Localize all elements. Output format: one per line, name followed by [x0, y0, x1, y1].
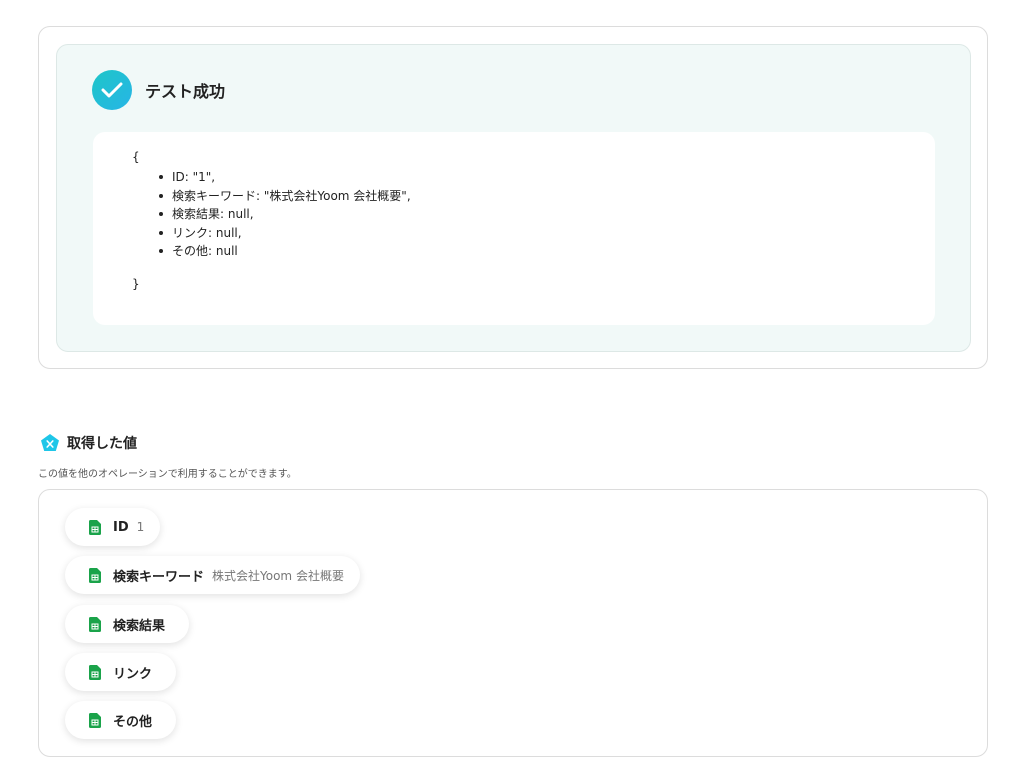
chip-label: 検索結果 — [113, 618, 166, 634]
values-section-title: 取得した値 — [67, 436, 137, 452]
chip-label: リンク — [113, 666, 153, 682]
value-chip-search-result[interactable]: 検索結果 — [65, 605, 190, 643]
values-section-description: この値を他のオペレーションで利用することができます。 — [38, 469, 297, 480]
values-section-header: 取得した値 — [40, 433, 137, 453]
spreadsheet-icon — [89, 567, 101, 583]
spreadsheet-icon — [89, 616, 101, 632]
json-close-brace: } — [132, 277, 140, 291]
json-field: 検索結果: null, — [159, 205, 411, 224]
spreadsheet-icon — [89, 519, 101, 535]
values-list-card: ID 1 検索キーワード 株式会社Yoom 会社概要 検索結果 リンク その他 — [38, 489, 988, 757]
spreadsheet-icon — [89, 712, 101, 728]
pentagon-x-icon — [41, 434, 59, 451]
json-field: ID: "1", — [159, 168, 411, 187]
chip-label: ID — [113, 519, 129, 535]
json-field: リンク: null, — [159, 224, 411, 243]
value-chip-other[interactable]: その他 — [65, 701, 177, 739]
value-chip-id[interactable]: ID 1 — [65, 508, 161, 546]
chip-label: 検索キーワード — [113, 569, 205, 585]
json-open-brace: { — [132, 150, 140, 164]
chip-value: 1 — [136, 520, 145, 534]
chip-label: その他 — [113, 714, 153, 730]
spreadsheet-icon — [89, 664, 101, 680]
success-panel: テスト成功 { ID: "1", 検索キーワード: "株式会社Yoom 会社概要… — [56, 44, 971, 352]
json-field-list: ID: "1", 検索キーワード: "株式会社Yoom 会社概要", 検索結果:… — [159, 168, 411, 261]
json-field: 検索キーワード: "株式会社Yoom 会社概要", — [159, 187, 411, 206]
value-chip-search-keyword[interactable]: 検索キーワード 株式会社Yoom 会社概要 — [65, 556, 360, 594]
success-header: テスト成功 — [92, 70, 225, 110]
test-result-card: テスト成功 { ID: "1", 検索キーワード: "株式会社Yoom 会社概要… — [38, 26, 988, 369]
value-chip-link[interactable]: リンク — [65, 653, 177, 691]
json-field: その他: null — [159, 242, 411, 261]
json-output: { ID: "1", 検索キーワード: "株式会社Yoom 会社概要", 検索結… — [93, 132, 935, 325]
chip-value: 株式会社Yoom 会社概要 — [212, 568, 344, 583]
success-title: テスト成功 — [145, 82, 226, 101]
check-icon — [92, 70, 132, 110]
